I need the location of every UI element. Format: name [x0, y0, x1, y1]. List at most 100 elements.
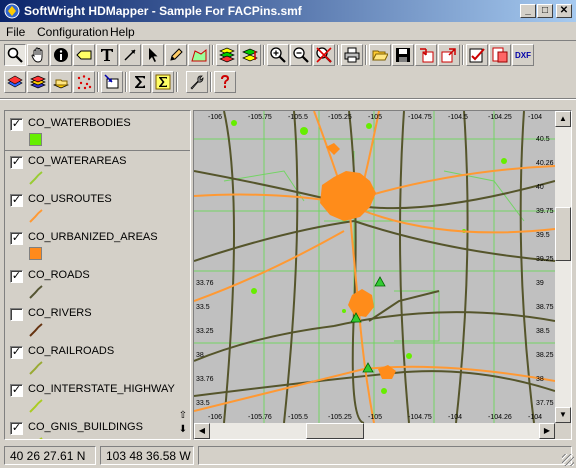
layer-visibility-checkbox[interactable]: ✓ — [10, 118, 23, 131]
menu-help[interactable]: Help — [110, 25, 135, 39]
edit-button[interactable] — [165, 44, 187, 66]
map-svg[interactable]: -106 -105.75 -105.5 -105.25 -105 -104.75 -104.… — [194, 111, 555, 423]
layer-visibility-checkbox[interactable]: ✓ — [10, 270, 23, 283]
sum-button[interactable] — [129, 71, 151, 93]
maximize-button[interactable]: □ — [537, 4, 553, 18]
move-layer-up-icon[interactable]: ⇧ — [177, 410, 189, 422]
toolbar-separator — [263, 45, 265, 65]
toolbar-secondary — [0, 69, 576, 95]
latitude-label-left: 33.76 — [196, 280, 214, 287]
app-icon[interactable] — [4, 3, 20, 19]
scroll-up-button[interactable]: ▲ — [555, 111, 571, 127]
line-swatch-icon — [29, 399, 43, 413]
sigma-icon — [135, 76, 145, 88]
zoom-cancel-button[interactable] — [313, 44, 335, 66]
toolbar-separator — [337, 45, 339, 65]
scroll-left-button[interactable]: ◀ — [194, 423, 210, 439]
longitude-label-bottom: -105.5 — [288, 414, 308, 421]
window-title: SoftWright HDMapper - Sample For FACPins… — [24, 4, 302, 18]
layer-item[interactable]: ✓ CO_RAILROADS — [5, 341, 190, 379]
pan-button[interactable] — [27, 44, 49, 66]
tools-button[interactable] — [186, 71, 208, 93]
help-button[interactable] — [214, 71, 236, 93]
layer-visibility-checkbox[interactable] — [10, 308, 23, 321]
zoom-out-icon — [293, 47, 309, 63]
layer-visibility-checkbox[interactable]: ✓ — [10, 232, 23, 245]
layer-visibility-checkbox[interactable]: ✓ — [10, 156, 23, 169]
print-button[interactable] — [341, 44, 363, 66]
layer-item[interactable]: ✓ CO_WATERBODIES — [5, 113, 190, 151]
dbf-button[interactable] — [489, 44, 511, 66]
export-icon — [441, 48, 456, 63]
layer-item[interactable]: CO_RIVERS — [5, 303, 190, 341]
scroll-right-button[interactable]: ▶ — [539, 423, 555, 439]
toolbar-separator — [365, 45, 367, 65]
layer-item[interactable]: ✓ CO_GNIS_BUILDINGS — [5, 417, 190, 439]
toolbar-separator — [125, 72, 127, 92]
menu-file[interactable]: File — [6, 25, 25, 39]
zoom-in-button[interactable] — [267, 44, 289, 66]
label-tool-button[interactable] — [73, 44, 95, 66]
area-tool-button[interactable] — [188, 44, 210, 66]
dxf-icon: DXF — [515, 50, 531, 60]
layer-item[interactable]: ✓ CO_WATERAREAS — [5, 151, 190, 189]
layer-item[interactable]: ✓ CO_USROUTES — [5, 189, 190, 227]
layer-visibility-checkbox[interactable]: ✓ — [10, 422, 23, 435]
sum-select-button[interactable] — [152, 71, 174, 93]
resize-grip-icon[interactable] — [562, 454, 574, 466]
us-route — [363, 210, 555, 234]
vertical-scrollbar[interactable]: ▲ ▼ — [555, 111, 571, 423]
waterbody — [300, 127, 308, 135]
layer-name: CO_INTERSTATE_HIGHWAY — [28, 383, 175, 395]
map-canvas[interactable]: -106 -105.75 -105.5 -105.25 -105 -104.75 -104.… — [194, 111, 555, 423]
layer-item[interactable]: ✓ CO_URBANIZED_AREAS — [5, 227, 190, 265]
line-swatch-icon — [29, 323, 43, 337]
scroll-down-button[interactable]: ▼ — [555, 407, 571, 423]
longitude-label-top: -104.25 — [488, 114, 512, 121]
menu-configuration[interactable]: Configuration — [37, 25, 108, 39]
line-tool-button[interactable] — [119, 44, 141, 66]
waterbody — [342, 309, 346, 313]
minimize-button[interactable]: _ — [520, 4, 536, 18]
layer-order-button[interactable] — [239, 44, 261, 66]
export-button[interactable] — [438, 44, 460, 66]
add-layer-button[interactable] — [4, 71, 26, 93]
zoom-out-button[interactable] — [290, 44, 312, 66]
move-layer-down-icon[interactable]: ⬇ — [177, 424, 189, 436]
text-tool-button[interactable] — [96, 44, 118, 66]
open-button[interactable] — [369, 44, 391, 66]
locate-button[interactable] — [101, 71, 123, 93]
longitude-label-top: -105 — [368, 114, 382, 121]
info-button[interactable] — [50, 44, 72, 66]
dxf-button[interactable]: DXF — [512, 44, 534, 66]
horizontal-scroll-thumb[interactable] — [306, 423, 364, 439]
open-layers-button[interactable] — [50, 71, 72, 93]
vertical-scroll-thumb[interactable] — [555, 207, 571, 261]
points-icon — [77, 75, 92, 90]
check-properties-button[interactable] — [466, 44, 488, 66]
longitude-label-bottom: -104 — [528, 414, 542, 421]
line-tool-icon — [124, 49, 136, 61]
longitude-label-top: -105.25 — [328, 114, 352, 121]
layer-item[interactable]: ✓ CO_INTERSTATE_HIGHWAY — [5, 379, 190, 417]
layer-stack-button[interactable] — [27, 71, 49, 93]
close-button[interactable]: ✕ — [556, 4, 572, 18]
status-bar: 40 26 27.61 N 103 48 36.58 W — [0, 444, 576, 468]
layer-visibility-checkbox[interactable]: ✓ — [10, 194, 23, 207]
select-button[interactable] — [142, 44, 164, 66]
layer-list[interactable]: ✓ CO_WATERBODIES ✓ CO_WATERAREAS ✓ CO_USROUTE… — [4, 110, 191, 440]
county-boundary — [443, 170, 525, 222]
latitude-label-right: 38.25 — [536, 352, 554, 359]
points-button[interactable] — [73, 71, 95, 93]
zoom-tool-button[interactable] — [4, 44, 26, 66]
layers-button[interactable] — [216, 44, 238, 66]
layer-visibility-checkbox[interactable]: ✓ — [10, 384, 23, 397]
line-swatch-icon — [29, 361, 43, 375]
info-icon — [54, 48, 68, 62]
horizontal-scrollbar[interactable]: ◀ ▶ — [194, 423, 555, 439]
save-button[interactable] — [392, 44, 414, 66]
layer-visibility-checkbox[interactable]: ✓ — [10, 346, 23, 359]
layers-icon — [219, 47, 235, 63]
layer-item[interactable]: ✓ CO_ROADS — [5, 265, 190, 303]
import-button[interactable] — [415, 44, 437, 66]
